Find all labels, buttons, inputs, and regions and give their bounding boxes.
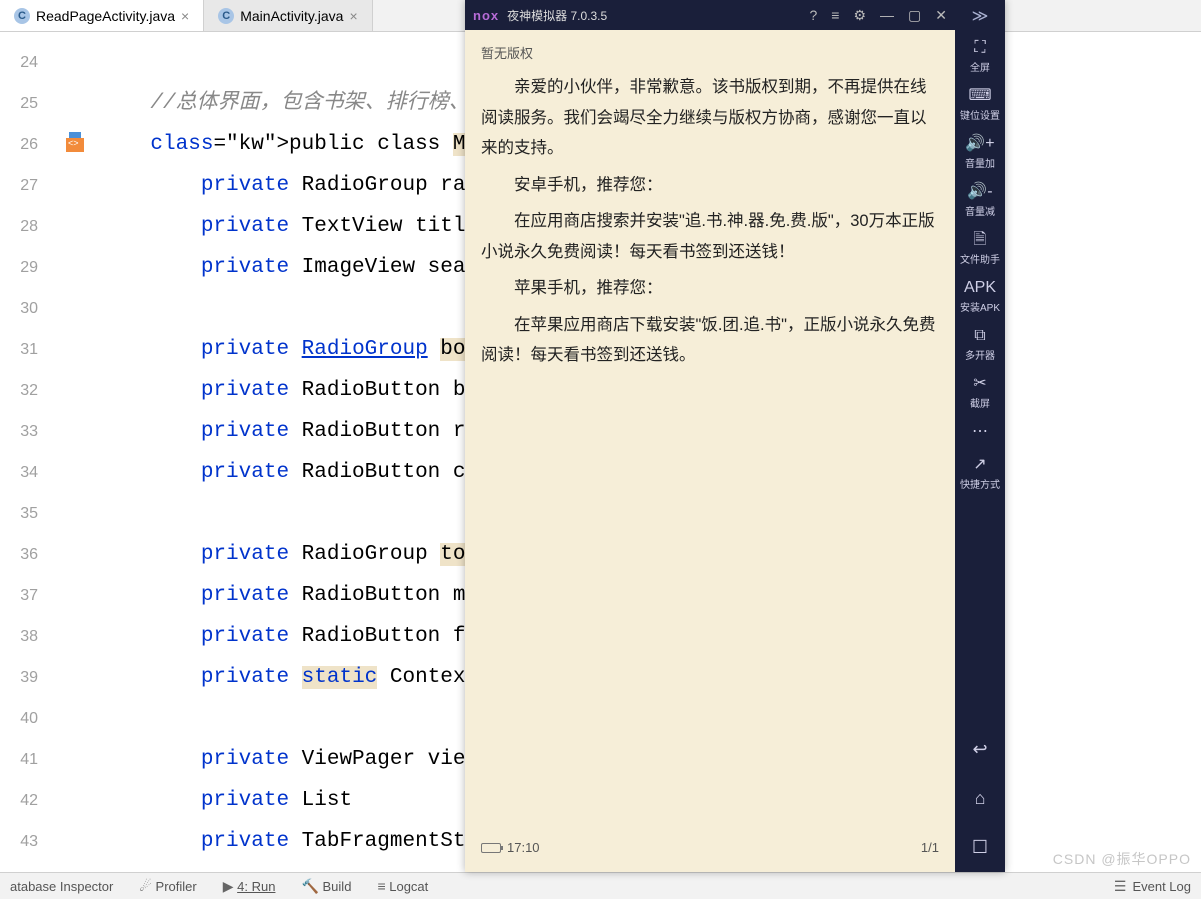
logcat-tab[interactable]: ≡ Logcat bbox=[377, 878, 428, 894]
screen-header: 暂无版权 bbox=[481, 42, 939, 66]
logcat-icon: ≡ bbox=[377, 878, 385, 894]
multi-icon: ⧉ bbox=[960, 328, 1000, 344]
collapse-sidebar-icon[interactable]: ≫ bbox=[972, 6, 989, 26]
side-file-helper[interactable]: 🗎文件助手 bbox=[960, 226, 1000, 274]
android-back-icon[interactable]: ↩ bbox=[972, 739, 987, 760]
side-more[interactable]: ⋯ bbox=[960, 418, 1000, 451]
keymap-icon: ⌨ bbox=[960, 88, 1000, 104]
gutter-icons bbox=[50, 32, 100, 872]
hammer-icon: 🔨 bbox=[301, 878, 318, 894]
android-home-icon[interactable]: ⌂ bbox=[975, 788, 986, 809]
side-vol-down[interactable]: 🔊-音量减 bbox=[960, 178, 1000, 226]
run-tab[interactable]: ▶ 4: Run bbox=[223, 878, 276, 895]
database-inspector-tab[interactable]: atabase Inspector bbox=[10, 879, 113, 894]
gear-icon[interactable]: ⚙ bbox=[853, 7, 866, 24]
screen-footer: 80 17:10 1/1 bbox=[481, 836, 939, 860]
java-class-icon: C bbox=[14, 8, 30, 24]
java-class-icon: C bbox=[218, 8, 234, 24]
tab-mainactivity[interactable]: C MainActivity.java × bbox=[204, 0, 372, 31]
vol-down-icon: 🔊- bbox=[960, 184, 1000, 200]
event-log-tab[interactable]: ☰ Event Log bbox=[1114, 878, 1191, 895]
screenshot-icon: ✂ bbox=[960, 376, 1000, 392]
tab-readpage[interactable]: C ReadPageActivity.java × bbox=[0, 0, 204, 31]
play-icon: ▶ bbox=[223, 878, 234, 894]
emulator-sidebar: ≫ ⛶全屏⌨键位设置🔊+音量加🔊-音量减🗎文件助手APK安装APK⧉多开器✂截屏… bbox=[955, 0, 1005, 872]
vol-up-icon: 🔊+ bbox=[960, 136, 1000, 152]
close-icon[interactable]: × bbox=[181, 8, 189, 24]
more-icon: ⋯ bbox=[960, 424, 1000, 440]
clock: 17:10 bbox=[507, 836, 540, 860]
profiler-icon: ☄ bbox=[139, 878, 152, 894]
emulator-titlebar[interactable]: nox 夜神模拟器 7.0.3.5 ? ≡ ⚙ — ▢ ✕ bbox=[465, 0, 955, 30]
help-icon[interactable]: ? bbox=[810, 7, 818, 24]
android-recents-icon[interactable]: ☐ bbox=[972, 837, 988, 858]
side-screenshot[interactable]: ✂截屏 bbox=[960, 370, 1000, 418]
maximize-icon[interactable]: ▢ bbox=[908, 7, 921, 24]
watermark: CSDN @振华OPPO bbox=[1053, 849, 1191, 869]
close-icon[interactable]: ✕ bbox=[935, 7, 947, 24]
side-keymap[interactable]: ⌨键位设置 bbox=[960, 82, 1000, 130]
side-install-apk[interactable]: APK安装APK bbox=[960, 274, 1000, 322]
nox-emulator-window: nox 夜神模拟器 7.0.3.5 ? ≡ ⚙ — ▢ ✕ 暂无版权 亲爱的小伙… bbox=[465, 0, 1005, 872]
page-indicator: 1/1 bbox=[921, 836, 939, 860]
tab-label: ReadPageActivity.java bbox=[36, 8, 175, 24]
install-apk-icon: APK bbox=[960, 280, 1000, 296]
build-tab[interactable]: 🔨 Build bbox=[301, 878, 351, 895]
shortcut-icon: ↗ bbox=[960, 457, 1000, 473]
side-fullscreen[interactable]: ⛶全屏 bbox=[960, 34, 1000, 82]
profiler-tab[interactable]: ☄ Profiler bbox=[139, 878, 196, 895]
line-gutter: 2425262728293031323334353637383940414243 bbox=[0, 32, 50, 872]
emulator-title: 夜神模拟器 7.0.3.5 bbox=[507, 7, 607, 24]
tab-label: MainActivity.java bbox=[240, 8, 343, 24]
battery-icon bbox=[481, 843, 501, 853]
side-shortcut[interactable]: ↗快捷方式 bbox=[960, 451, 1000, 499]
side-multi[interactable]: ⧉多开器 bbox=[960, 322, 1000, 370]
menu-icon[interactable]: ≡ bbox=[831, 7, 839, 24]
side-vol-up[interactable]: 🔊+音量加 bbox=[960, 130, 1000, 178]
class-start-icon bbox=[66, 138, 84, 152]
file-helper-icon: 🗎 bbox=[960, 232, 1000, 248]
screen-body: 亲爱的小伙伴，非常歉意。该书版权到期，不再提供在线阅读服务。我们会竭尽全力继续与… bbox=[481, 72, 939, 836]
minimize-icon[interactable]: — bbox=[880, 7, 894, 24]
close-icon[interactable]: × bbox=[349, 8, 357, 24]
bottom-toolbar: atabase Inspector ☄ Profiler ▶ 4: Run 🔨 … bbox=[0, 872, 1201, 899]
nox-logo: nox bbox=[473, 8, 499, 23]
event-log-icon: ☰ bbox=[1114, 878, 1127, 895]
fullscreen-icon: ⛶ bbox=[960, 40, 1000, 56]
emulator-screen[interactable]: 暂无版权 亲爱的小伙伴，非常歉意。该书版权到期，不再提供在线阅读服务。我们会竭尽… bbox=[465, 30, 955, 872]
